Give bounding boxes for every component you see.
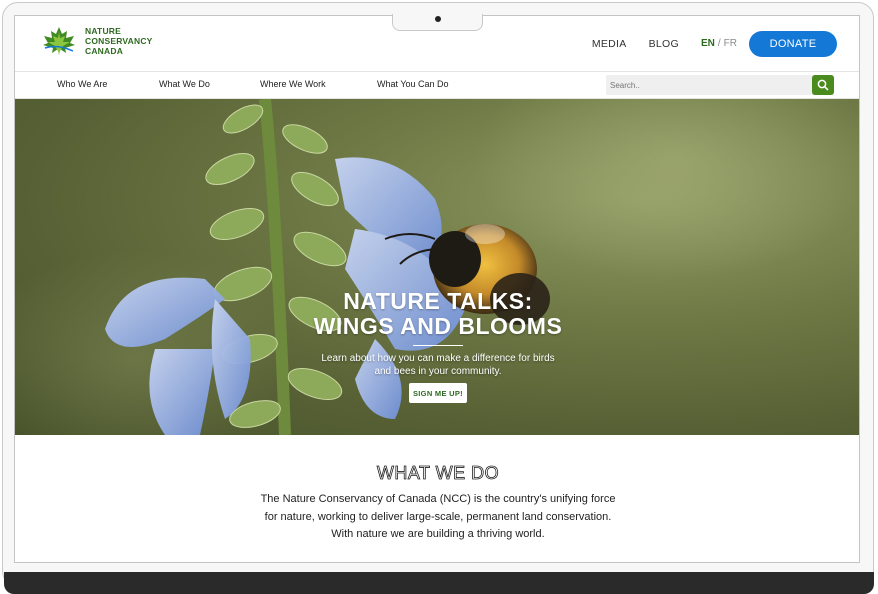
logo-line-3: CANADA [85, 46, 124, 56]
search-button[interactable] [812, 75, 834, 95]
maple-leaf-icon [41, 26, 77, 56]
utility-links: MEDIA BLOG EN / FR DONATE [592, 16, 859, 71]
media-link[interactable]: MEDIA [592, 38, 627, 50]
blog-link[interactable]: BLOG [649, 38, 679, 50]
donate-button[interactable]: DONATE [749, 30, 837, 57]
sign-me-up-button[interactable]: SIGN ME UP! [409, 383, 467, 403]
nav-what-we-do[interactable]: What We Do [159, 79, 210, 89]
body-line-2: for nature, working to deliver large-sca… [264, 510, 612, 523]
hero-title-line-2: WINGS AND BLOOMS [313, 313, 563, 339]
hero-subtitle-line-1: Learn about how you can make a differenc… [321, 353, 555, 364]
browser-screen: NATURE CONSERVANCY CANADA MEDIA BLOG EN … [14, 15, 860, 563]
hero-title-line-1: NATURE TALKS: [343, 288, 533, 314]
hero-subtitle-line-2: and bees in your community. [374, 366, 502, 377]
hero-banner: NATURE TALKS: WINGS AND BLOOMS Learn abo… [15, 99, 859, 435]
nav-who-we-are[interactable]: Who We Are [57, 79, 107, 89]
search-input[interactable] [606, 76, 800, 95]
section-title: WHAT WE DO [376, 463, 500, 484]
ncc-logo[interactable]: NATURE CONSERVANCY CANADA [41, 26, 153, 56]
lang-en[interactable]: EN [701, 38, 715, 49]
nav-where-we-work[interactable]: Where We Work [260, 79, 326, 89]
logo-wordmark: NATURE CONSERVANCY CANADA [85, 26, 153, 56]
language-switcher: EN / FR [701, 38, 737, 49]
what-we-do-section: WHAT WE DO The Nature Conservancy of Can… [15, 435, 859, 562]
logo-line-1: NATURE [85, 26, 121, 36]
hero-divider [413, 345, 463, 346]
logo-line-2: CONSERVANCY [85, 36, 153, 46]
webcam-icon [435, 16, 441, 22]
camera-notch [392, 14, 483, 31]
search-box [606, 75, 834, 95]
search-icon [817, 79, 829, 91]
main-nav: Who We Are What We Do Where We Work What… [15, 71, 859, 99]
body-line-3: With nature we are building a thriving w… [331, 528, 545, 540]
nav-what-you-can-do[interactable]: What You Can Do [377, 79, 449, 89]
body-line-1: The Nature Conservancy of Canada (NCC) i… [260, 493, 616, 505]
lang-fr[interactable]: FR [724, 38, 737, 49]
lang-separator: / [717, 38, 721, 49]
laptop-base [4, 572, 874, 594]
section-body: The Nature Conservancy of Canada (NCC) i… [238, 491, 638, 544]
